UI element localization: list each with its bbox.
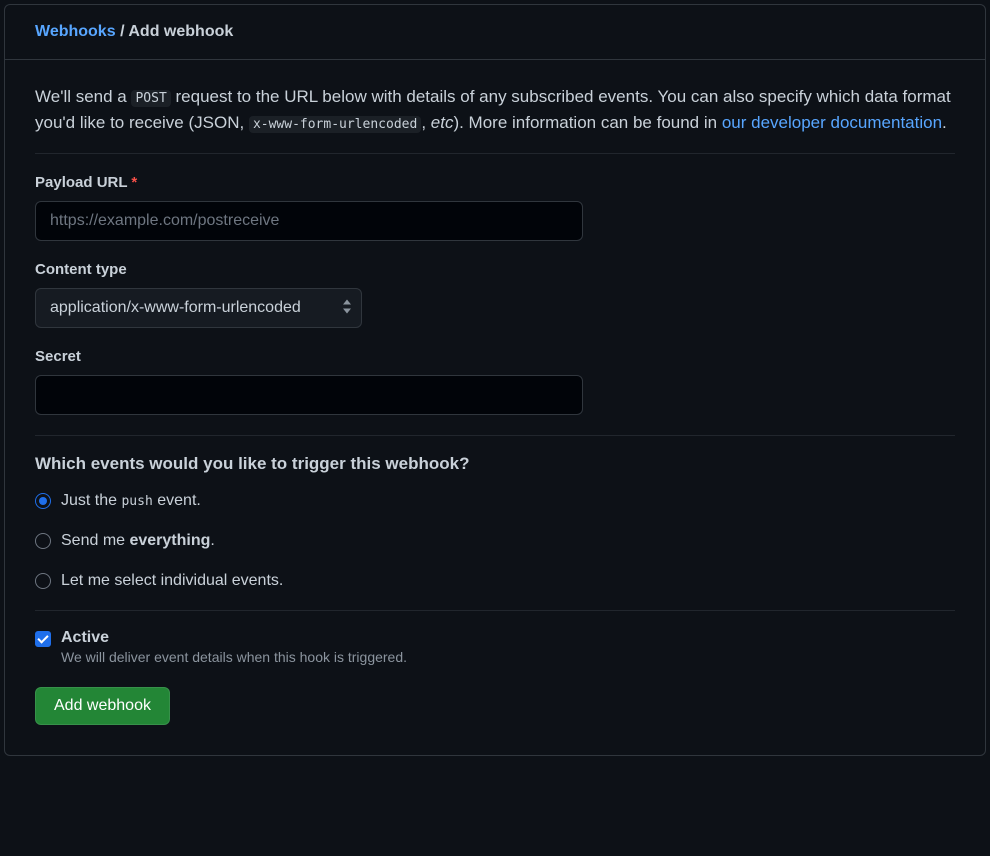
- event-option-push[interactable]: Just the push event.: [35, 492, 955, 510]
- payload-url-group: Payload URL *: [35, 174, 955, 241]
- webhook-form-container: Webhooks / Add webhook We'll send a POST…: [4, 4, 986, 756]
- events-heading: Which events would you like to trigger t…: [35, 454, 955, 474]
- breadcrumb-current: Add webhook: [128, 23, 233, 40]
- active-description: We will deliver event details when this …: [61, 649, 407, 665]
- active-label[interactable]: Active: [61, 629, 407, 647]
- post-code: POST: [131, 90, 170, 107]
- divider: [35, 435, 955, 436]
- event-label-individual: Let me select individual events.: [61, 572, 283, 590]
- breadcrumb: Webhooks / Add webhook: [35, 23, 955, 41]
- developer-docs-link[interactable]: our developer documentation: [722, 113, 942, 132]
- secret-group: Secret: [35, 348, 955, 415]
- divider-2: [35, 610, 955, 611]
- event-label-push: Just the push event.: [61, 492, 201, 510]
- urlencoded-code: x-www-form-urlencoded: [249, 116, 421, 133]
- content-type-group: Content type application/x-www-form-urle…: [35, 261, 955, 328]
- add-webhook-button[interactable]: Add webhook: [35, 687, 170, 725]
- secret-input[interactable]: [35, 375, 583, 415]
- breadcrumb-webhooks-link[interactable]: Webhooks: [35, 23, 116, 40]
- breadcrumb-header: Webhooks / Add webhook: [5, 5, 985, 60]
- event-option-individual[interactable]: Let me select individual events.: [35, 572, 955, 590]
- active-group: Active We will deliver event details whe…: [35, 629, 955, 665]
- event-radio-everything[interactable]: [35, 533, 51, 549]
- required-asterisk: *: [131, 174, 137, 191]
- events-group: Which events would you like to trigger t…: [35, 454, 955, 590]
- event-radio-push[interactable]: [35, 493, 51, 509]
- payload-url-input[interactable]: [35, 201, 583, 241]
- content-type-select[interactable]: application/x-www-form-urlencoded: [35, 288, 362, 328]
- intro-text: We'll send a POST request to the URL bel…: [35, 84, 955, 154]
- event-option-everything[interactable]: Send me everything.: [35, 532, 955, 550]
- secret-label: Secret: [35, 348, 955, 365]
- payload-url-label: Payload URL *: [35, 174, 955, 191]
- form-content: We'll send a POST request to the URL bel…: [5, 60, 985, 755]
- active-checkbox[interactable]: [35, 631, 51, 647]
- content-type-label: Content type: [35, 261, 955, 278]
- event-label-everything: Send me everything.: [61, 532, 215, 550]
- event-radio-individual[interactable]: [35, 573, 51, 589]
